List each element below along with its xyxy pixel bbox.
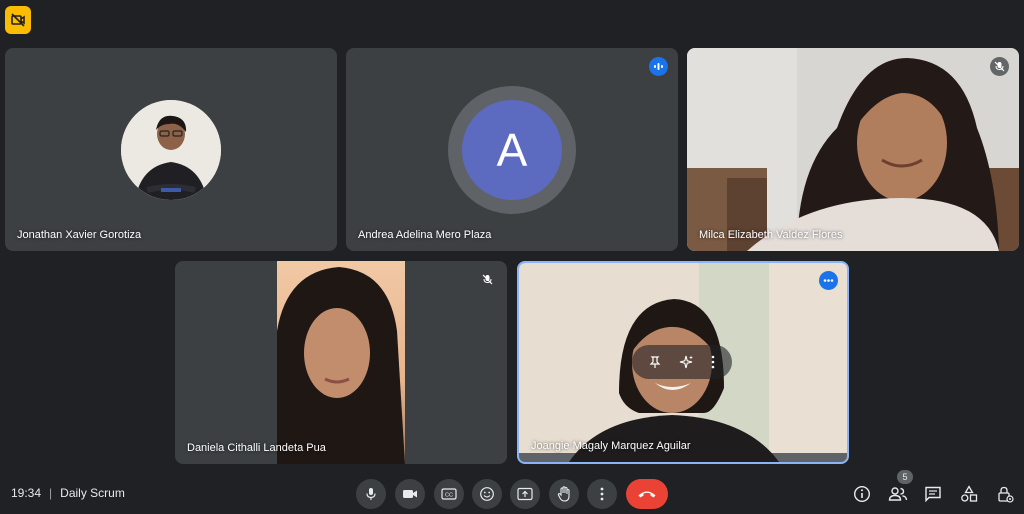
raise-hand-icon [557, 486, 570, 502]
activities-icon [961, 485, 978, 502]
microphone-button[interactable] [356, 479, 386, 509]
effects-icon[interactable] [678, 354, 694, 370]
more-options-icon [600, 487, 604, 501]
chat-button[interactable] [921, 482, 945, 506]
mic-icon [366, 488, 376, 500]
captions-button[interactable]: CC [434, 479, 464, 509]
more-horiz-icon [823, 279, 834, 282]
participant-tile[interactable]: Daniela Cithalli Landeta Pua [175, 261, 507, 464]
muted-indicator [478, 270, 497, 289]
more-options-button[interactable] [819, 271, 838, 290]
present-icon [517, 487, 533, 501]
participant-video [277, 261, 405, 464]
speaking-indicator [649, 57, 668, 76]
reactions-button[interactable] [472, 479, 502, 509]
participant-tile[interactable]: Jonathan Xavier Gorotiza [5, 48, 337, 251]
more-options-button[interactable] [587, 479, 617, 509]
avatar-ring: A [448, 86, 576, 214]
host-controls-icon [998, 486, 1014, 503]
meeting-controls-bar: 19:34 | Daily Scrum CC [0, 470, 1024, 514]
participant-video [687, 48, 1019, 251]
participant-tile[interactable]: A Andrea Adelina Mero Plaza [346, 48, 678, 251]
activities-button[interactable] [957, 482, 981, 506]
participant-tile[interactable]: Milca Elizabeth Valdez Flores [687, 48, 1019, 251]
meeting-details-button[interactable] [850, 482, 874, 506]
tile-hover-controls [632, 345, 732, 379]
participant-name: Daniela Cithalli Landeta Pua [187, 442, 326, 454]
emoji-icon [480, 487, 494, 501]
mic-off-icon [482, 274, 493, 285]
muted-indicator [990, 57, 1009, 76]
captions-icon: CC [441, 488, 457, 500]
participant-tile[interactable]: Joangie Magaly Marquez Aguilar [517, 261, 849, 464]
end-call-icon [638, 491, 656, 498]
participant-name: Joangie Magaly Marquez Aguilar [531, 440, 691, 452]
mic-off-icon [994, 61, 1005, 72]
svg-text:CC: CC [445, 493, 453, 499]
host-controls-button[interactable] [993, 482, 1017, 506]
participant-name: Milca Elizabeth Valdez Flores [699, 229, 843, 241]
meeting-time: 19:34 [11, 486, 42, 500]
raise-hand-button[interactable] [549, 479, 579, 509]
avatar: A [462, 100, 562, 200]
people-count-badge: 5 [897, 470, 913, 484]
chat-icon [925, 486, 941, 503]
camera-button[interactable] [395, 479, 425, 509]
info-icon [853, 485, 871, 503]
audio-level-icon [654, 63, 663, 70]
tile-menu-icon[interactable] [710, 355, 716, 369]
camera-off-badge[interactable] [5, 6, 31, 34]
meeting-title: Daily Scrum [60, 486, 125, 500]
pin-icon[interactable] [648, 355, 662, 369]
participant-name: Andrea Adelina Mero Plaza [358, 229, 492, 241]
participant-name: Jonathan Xavier Gorotiza [17, 229, 142, 241]
leave-call-button[interactable] [626, 479, 668, 509]
people-icon [888, 487, 908, 501]
avatar [121, 100, 221, 200]
camera-icon [403, 490, 417, 498]
meeting-details: 19:34 | Daily Scrum [11, 486, 125, 500]
separator: | [49, 486, 53, 500]
present-button[interactable] [510, 479, 540, 509]
no-camera-icon [11, 13, 25, 27]
people-button[interactable] [886, 482, 910, 506]
